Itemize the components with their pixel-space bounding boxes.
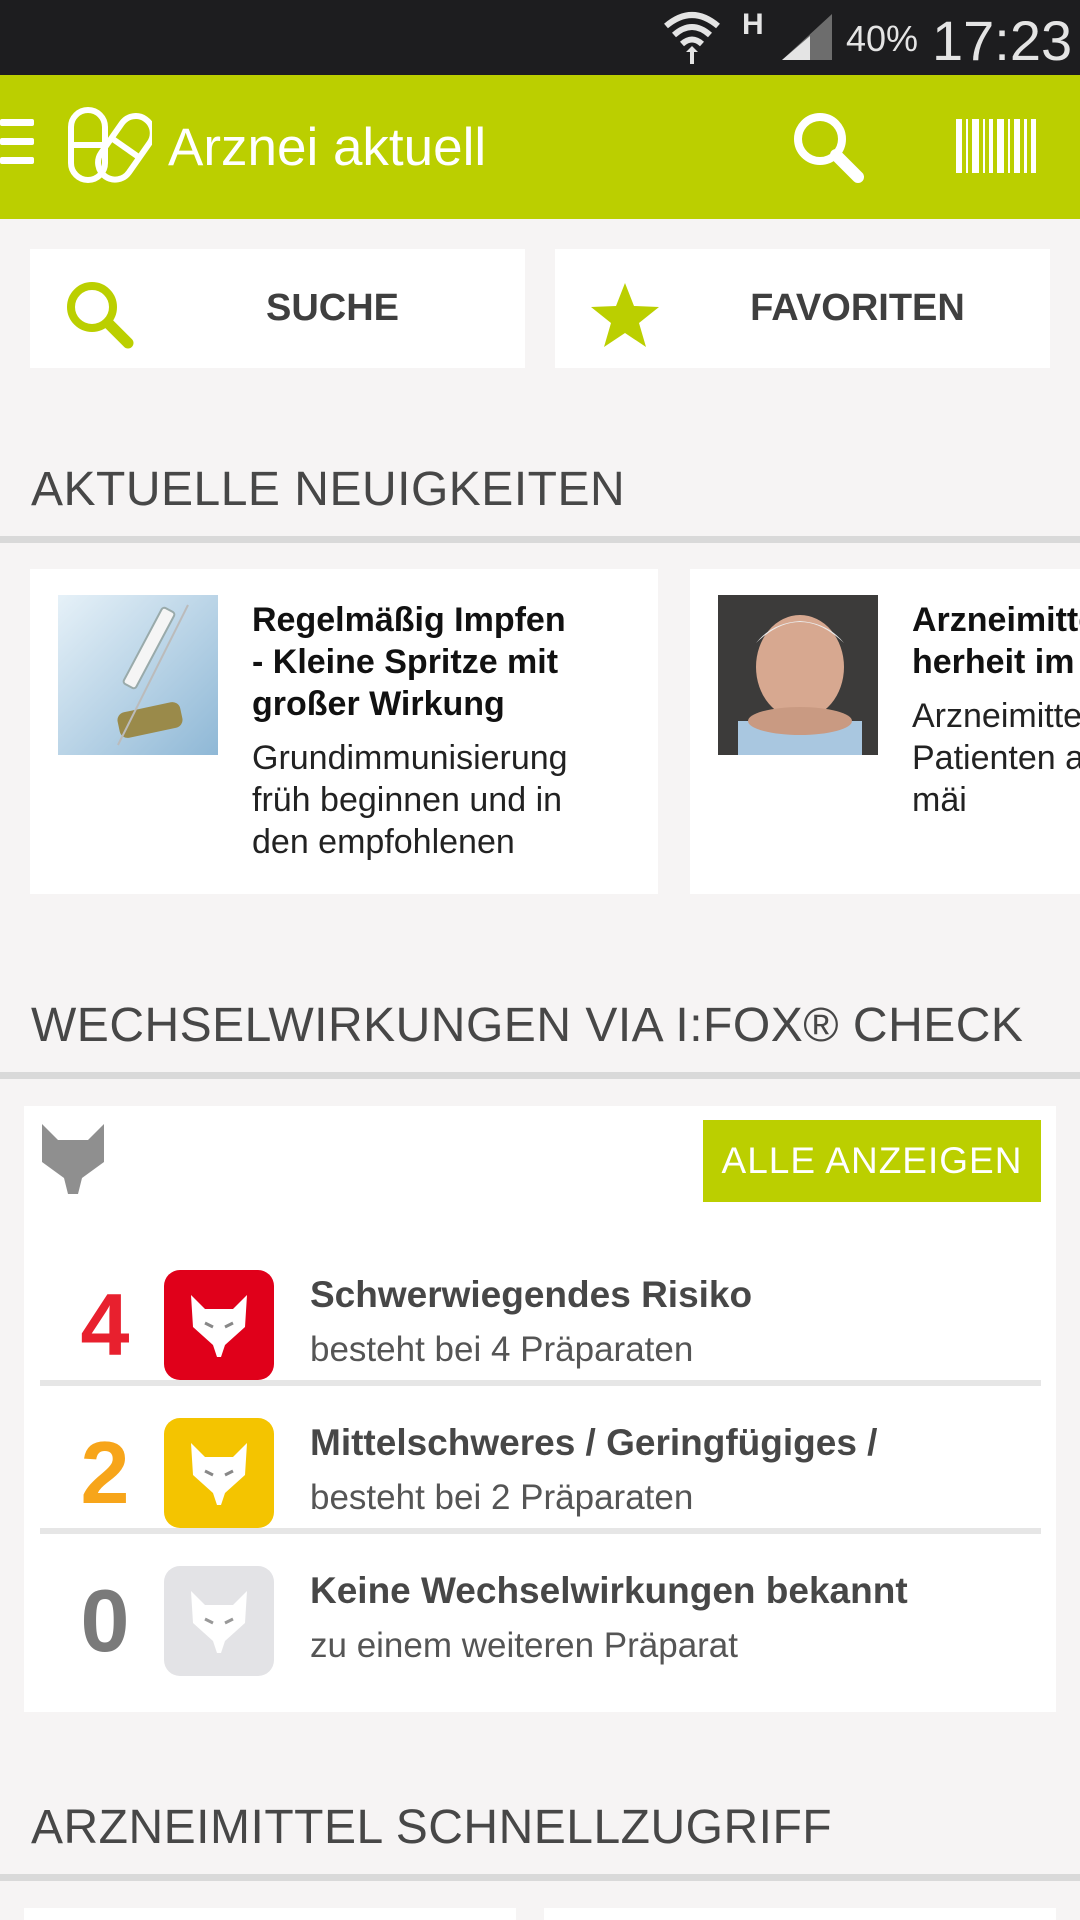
show-all-button[interactable]: ALLE ANZEIGEN	[703, 1120, 1041, 1202]
signal-icon	[782, 14, 832, 60]
interactions-section-title: WECHSELWIRKUNGEN VIA I:FOX® CHECK	[31, 999, 1024, 1052]
fox-badge-icon	[164, 1566, 274, 1676]
battery-level: 40%	[846, 18, 919, 59]
interactions-divider	[0, 1072, 1080, 1079]
app-bar: Arznei aktuell	[0, 75, 1080, 219]
clock: 17:23	[932, 9, 1073, 72]
risk-row-moderate[interactable]: 2 Mittelschweres / Geringfügiges / beste…	[40, 1394, 1041, 1534]
fox-badge-icon	[164, 1270, 274, 1380]
news-divider	[0, 536, 1080, 543]
risk-title: Schwerwiegendes Risiko	[310, 1274, 753, 1315]
risk-subtitle: besteht bei 4 Präparaten	[310, 1330, 694, 1369]
quick-access-section-title: ARZNEIMITTEL SCHNELLZUGRIFF	[31, 1801, 833, 1854]
fox-logo-icon	[42, 1124, 104, 1194]
search-button-label: SUCHE	[265, 287, 400, 329]
ifox-check-card: ALLE ANZEIGEN 4 Schwerwiegendes Risiko b…	[24, 1106, 1056, 1712]
app-title: Arznei aktuell	[168, 118, 487, 177]
quick-access-divider	[0, 1874, 1080, 1881]
senior-man-image	[718, 595, 878, 755]
news-teaser: Grundimmunisierung früh beginnen und in …	[252, 739, 568, 861]
risk-subtitle: zu einem weiteren Präparat	[310, 1626, 738, 1665]
news-headline: Regelmäßig Impfen - Kleine Spritze mit g…	[252, 601, 566, 723]
risk-title: Keine Wechselwirkungen bekannt	[310, 1570, 908, 1611]
quick-access-card[interactable]	[544, 1908, 1056, 1920]
fox-badge-icon	[164, 1418, 274, 1528]
risk-row-severe[interactable]: 4 Schwerwiegendes Risiko besteht bei 4 P…	[40, 1246, 1041, 1386]
risk-count: 4	[80, 1275, 130, 1374]
quick-access-card[interactable]	[24, 1908, 516, 1920]
pill-icon	[68, 107, 152, 183]
wifi-icon	[664, 12, 720, 64]
favorites-button-label: FAVORITEN	[750, 287, 965, 329]
risk-row-none[interactable]: 0 Keine Wechselwirkungen bekannt zu eine…	[40, 1542, 1041, 1682]
risk-count: 0	[80, 1571, 130, 1670]
news-card[interactable]: Arzneimittelsic herheit im Arzneimittel …	[690, 569, 1080, 894]
news-headline: Arzneimittelsic herheit im	[912, 601, 1080, 681]
network-type: H	[742, 8, 764, 41]
risk-subtitle: besteht bei 2 Präparaten	[310, 1478, 694, 1517]
barcode-scanner-icon[interactable]	[956, 119, 1037, 173]
status-bar: H 40% 17:23	[0, 0, 1080, 75]
news-card[interactable]: Regelmäßig Impfen - Kleine Spritze mit g…	[30, 569, 658, 894]
vaccine-image	[58, 595, 218, 755]
search-icon[interactable]	[790, 109, 866, 185]
search-button[interactable]: SUCHE	[30, 249, 525, 368]
menu-icon[interactable]	[0, 119, 34, 175]
favorites-button[interactable]: FAVORITEN	[555, 249, 1050, 368]
news-section-title: AKTUELLE NEUIGKEITEN	[31, 463, 626, 516]
news-teaser: Arzneimittel Patienten a oft nur mäi	[912, 697, 1080, 819]
risk-count: 2	[80, 1423, 130, 1522]
risk-title: Mittelschweres / Geringfügiges /	[310, 1422, 878, 1463]
